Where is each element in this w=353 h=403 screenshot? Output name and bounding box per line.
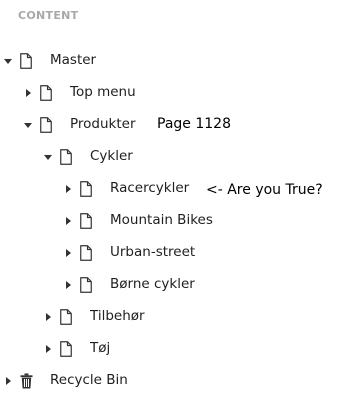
document-icon xyxy=(60,309,72,325)
tree-item-top-menu[interactable]: Top menu xyxy=(0,77,353,109)
tree-item-label: Racercykler xyxy=(110,180,190,196)
tree-item-label: Recycle Bin xyxy=(50,372,128,388)
document-icon xyxy=(40,117,52,133)
caret-right-icon[interactable] xyxy=(23,88,33,98)
tree-item-label: Cykler xyxy=(90,148,133,164)
document-icon xyxy=(80,245,92,261)
caret-right-icon[interactable] xyxy=(63,216,73,226)
document-icon xyxy=(80,213,92,229)
document-icon xyxy=(20,53,32,69)
caret-right-icon[interactable] xyxy=(43,312,53,322)
caret-down-icon[interactable] xyxy=(23,120,33,130)
tree-item-recycle-bin[interactable]: Recycle Bin xyxy=(0,365,353,397)
tree-item-label: Tøj xyxy=(90,340,111,356)
caret-down-icon[interactable] xyxy=(3,56,13,66)
document-icon xyxy=(40,85,52,101)
tree-item-label: Urban-street xyxy=(110,244,196,260)
content-section-header: CONTENT xyxy=(18,9,79,22)
tree-item-label: Top menu xyxy=(70,84,136,100)
document-icon xyxy=(80,277,92,293)
caret-right-icon[interactable] xyxy=(43,344,53,354)
tree-item-borne-cykler[interactable]: Børne cykler xyxy=(0,269,353,301)
annotation-question: <- Are you True? xyxy=(206,182,323,198)
document-icon xyxy=(60,341,72,357)
caret-right-icon[interactable] xyxy=(3,376,13,386)
tree-item-mountain-bikes[interactable]: Mountain Bikes xyxy=(0,205,353,237)
tree-item-label: Produkter xyxy=(70,116,136,132)
document-icon xyxy=(60,149,72,165)
caret-right-icon[interactable] xyxy=(63,248,73,258)
caret-right-icon[interactable] xyxy=(63,280,73,290)
tree-item-label: Tilbehør xyxy=(90,308,145,324)
tree-item-toj[interactable]: Tøj xyxy=(0,333,353,365)
tree-item-label: Mountain Bikes xyxy=(110,212,213,228)
caret-down-icon[interactable] xyxy=(43,152,53,162)
tree-item-tilbehor[interactable]: Tilbehør xyxy=(0,301,353,333)
tree-item-label: Master xyxy=(50,52,97,68)
tree-item-urban-street[interactable]: Urban-street xyxy=(0,237,353,269)
trash-icon xyxy=(20,373,33,389)
tree-item-label: Børne cykler xyxy=(110,276,195,292)
annotation-page-id: Page 1128 xyxy=(157,116,231,132)
caret-right-icon[interactable] xyxy=(63,184,73,194)
tree-item-master[interactable]: Master xyxy=(0,45,353,77)
document-icon xyxy=(80,181,92,197)
tree-item-cykler[interactable]: Cykler xyxy=(0,141,353,173)
